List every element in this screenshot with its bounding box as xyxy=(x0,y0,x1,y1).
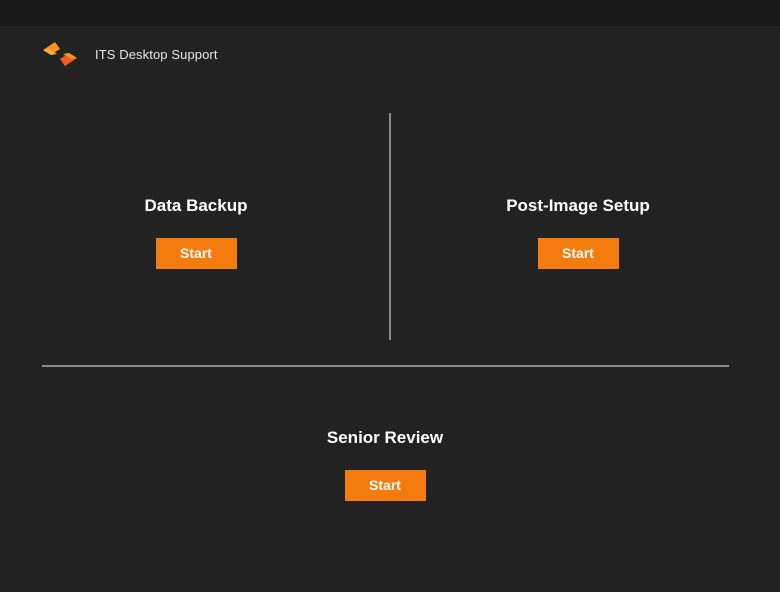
panel-title-senior-review: Senior Review xyxy=(326,428,444,447)
panel-title-post-image-setup: Post-Image Setup xyxy=(506,196,650,215)
panel-post-image-setup: Post-Image Setup Start xyxy=(448,195,708,269)
panel-title-data-backup: Data Backup xyxy=(144,196,248,215)
vertical-divider xyxy=(389,113,391,340)
panel-senior-review: Senior Review Start xyxy=(255,427,515,501)
horizontal-divider xyxy=(42,365,729,367)
brand-name: ITS Desktop Support xyxy=(95,46,218,62)
post-image-setup-start-button[interactable]: Start xyxy=(537,238,619,269)
panel-data-backup: Data Backup Start xyxy=(66,195,326,269)
logo-icon xyxy=(43,42,77,66)
brand-header: ITS Desktop Support xyxy=(42,40,218,68)
data-backup-start-button[interactable]: Start xyxy=(155,238,237,269)
senior-review-start-button[interactable]: Start xyxy=(344,470,426,501)
top-bar xyxy=(0,0,780,26)
